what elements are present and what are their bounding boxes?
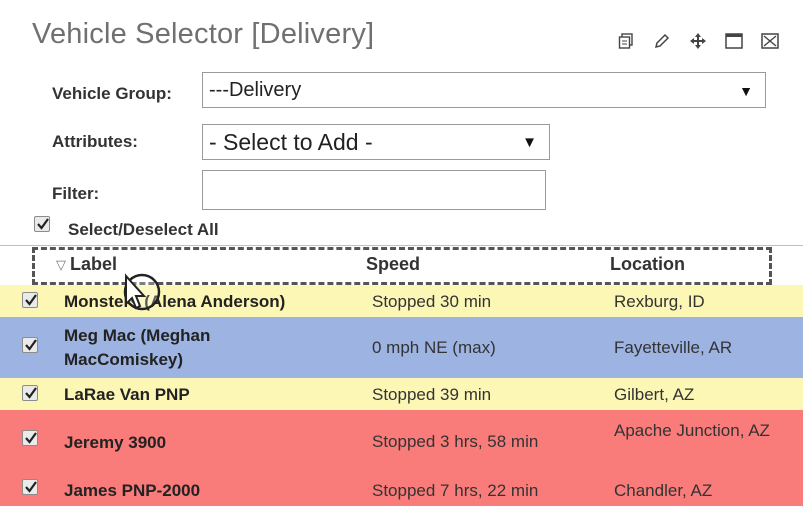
row-location: Chandler, AZ: [614, 481, 713, 500]
row-label: LaRae Van PNP: [64, 385, 190, 404]
row-label: Meg Mac (Meghan MacComiskey): [64, 326, 211, 369]
row-label: Monsters (Alena Anderson): [64, 292, 286, 311]
row-checkbox[interactable]: [22, 430, 38, 446]
row-location: Fayetteville, AR: [614, 338, 733, 357]
filter-input[interactable]: [202, 170, 546, 210]
table-row[interactable]: Monsters (Alena Anderson) Stopped 30 min…: [0, 285, 803, 317]
vehicle-group-select[interactable]: ---Delivery ▼: [202, 72, 766, 108]
table-row[interactable]: James PNP-2000 Stopped 7 hrs, 22 min Cha…: [0, 474, 803, 506]
row-location: Gilbert, AZ: [614, 385, 695, 404]
vehicle-group-label: Vehicle Group:: [52, 84, 172, 103]
copy-icon[interactable]: [608, 28, 644, 54]
row-checkbox[interactable]: [22, 337, 38, 353]
attributes-value: - Select to Add -: [209, 128, 373, 155]
vehicle-group-value: ---Delivery: [209, 78, 302, 101]
row-speed: Stopped 30 min: [372, 292, 492, 311]
select-all-checkbox[interactable]: [34, 216, 50, 232]
select-all-label: Select/Deselect All: [68, 220, 219, 239]
row-speed: Stopped 39 min: [372, 385, 492, 404]
row-label: James PNP-2000: [64, 481, 201, 500]
attributes-select[interactable]: - Select to Add - ▼: [202, 124, 550, 160]
row-checkbox[interactable]: [22, 385, 38, 401]
sort-icon[interactable]: ▽: [56, 257, 66, 273]
table-row[interactable]: Meg Mac (Meghan MacComiskey) 0 mph NE (m…: [0, 317, 803, 378]
divider: [0, 245, 803, 246]
row-checkbox[interactable]: [22, 292, 38, 308]
column-header-label[interactable]: Label: [70, 254, 117, 275]
table-row[interactable]: LaRae Van PNP Stopped 39 min Gilbert, AZ: [0, 378, 803, 410]
row-location: Apache Junction, AZ: [614, 421, 770, 440]
column-header-location[interactable]: Location: [610, 254, 685, 275]
checkbox[interactable]: [34, 216, 50, 232]
column-header-speed[interactable]: Speed: [366, 254, 420, 275]
vehicle-selector-panel: Vehicle Selector [Delivery] Vehicle Grou…: [0, 0, 803, 506]
panel-title: Vehicle Selector [Delivery]: [32, 18, 375, 50]
attributes-label: Attributes:: [52, 132, 138, 151]
row-speed: Stopped 7 hrs, 22 min: [372, 481, 539, 500]
title-toolbar: [608, 28, 788, 54]
filter-label: Filter:: [52, 184, 100, 203]
pencil-icon[interactable]: [644, 28, 680, 54]
row-checkbox[interactable]: [22, 479, 38, 495]
maximize-icon[interactable]: [716, 28, 752, 54]
move-icon[interactable]: [680, 28, 716, 54]
table-row[interactable]: Jeremy 3900 Stopped 3 hrs, 58 min Apache…: [0, 410, 803, 474]
row-speed: 0 mph NE (max): [372, 338, 496, 357]
row-label: Jeremy 3900: [64, 433, 167, 452]
row-speed: Stopped 3 hrs, 58 min: [372, 432, 539, 451]
close-icon[interactable]: [752, 28, 788, 54]
chevron-down-icon: ▼: [739, 83, 753, 99]
chevron-down-icon: ▼: [522, 134, 537, 151]
row-location: Rexburg, ID: [614, 292, 705, 311]
